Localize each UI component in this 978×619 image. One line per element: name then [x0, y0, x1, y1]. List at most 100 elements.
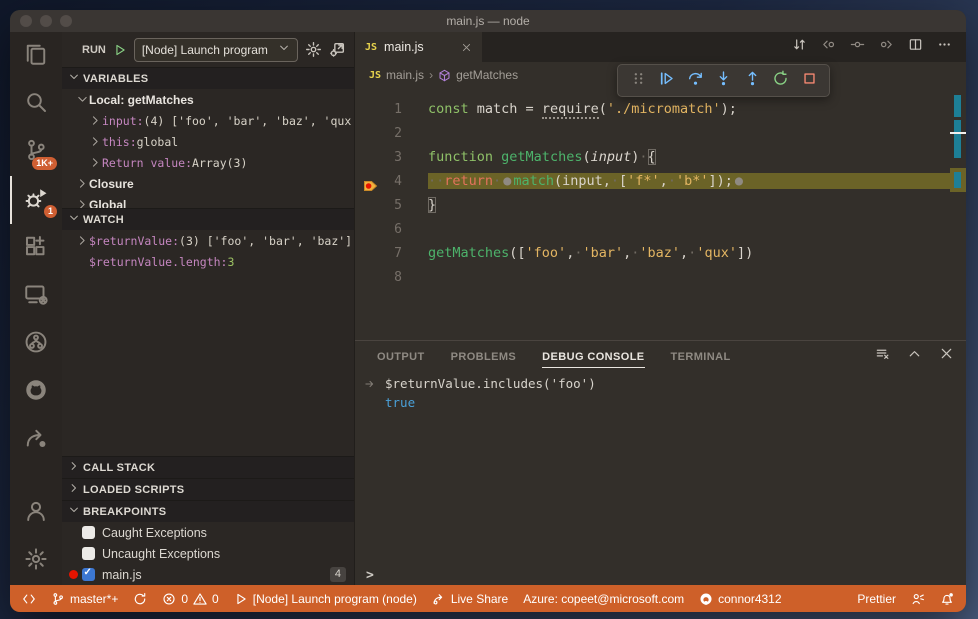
code-line-3[interactable]: 3 function getMatches(input)·{ — [355, 145, 966, 169]
drag-grip-button[interactable] — [630, 70, 647, 92]
activity-item-source-control[interactable]: 1K+ — [10, 128, 62, 176]
breadcrumb-symbol[interactable]: getMatches — [456, 68, 518, 82]
breakpoint-row[interactable]: main.js 4 — [62, 564, 354, 585]
breadcrumb-file[interactable]: main.js — [386, 68, 424, 82]
status-item-sync-changes[interactable] — [133, 592, 147, 606]
code-line-7[interactable]: 7 getMatches(['foo',·'bar',·'baz',·'qux']… — [355, 241, 966, 265]
status-item-debug-launch[interactable]: [Node] Launch program (node) — [234, 592, 417, 606]
activity-item-explorer[interactable] — [10, 32, 62, 80]
reverse-continue-button[interactable] — [850, 37, 865, 57]
code-editor[interactable]: 1 const match = require('./micromatch'); 2… — [355, 88, 966, 340]
breakpoint-checkbox[interactable] — [82, 526, 95, 539]
loaded-scripts-header-label: LOADED SCRIPTS — [83, 483, 185, 496]
start-debug-icon[interactable] — [113, 43, 127, 57]
tree-row[interactable]: input: (4) ['foo', 'bar', 'baz', 'qux'] — [62, 110, 354, 131]
breakpoint-checkbox[interactable] — [82, 567, 95, 581]
debug-console-output[interactable]: $returnValue.includes('foo') true — [355, 371, 966, 565]
stop-button[interactable] — [801, 70, 818, 92]
minimize-window-button[interactable] — [40, 15, 52, 27]
code-line-6[interactable]: 6 — [355, 217, 966, 241]
panel-tab-debug-console[interactable]: DEBUG CONSOLE — [542, 345, 645, 368]
status-item-notifications[interactable] — [940, 592, 954, 606]
maximize-panel-button[interactable] — [907, 346, 922, 366]
loaded-scripts-section-header[interactable]: LOADED SCRIPTS — [62, 478, 354, 500]
gutter[interactable]: 5 — [355, 198, 428, 213]
activity-item-github[interactable] — [10, 368, 62, 416]
breakpoints-section-header[interactable]: BREAKPOINTS — [62, 500, 354, 522]
step-into-button[interactable] — [715, 70, 732, 92]
step-out-button[interactable] — [744, 70, 761, 92]
activity-item-azure-pipelines[interactable] — [10, 320, 62, 368]
code-line-8[interactable]: 8 — [355, 265, 966, 289]
tree-row[interactable]: $returnValue.length: 3 — [62, 251, 354, 272]
line-number: 1 — [394, 101, 402, 117]
tab-main-js[interactable]: JS main.js — [355, 32, 482, 62]
status-item-git-branch[interactable]: master*+ — [51, 592, 118, 606]
launch-config-dropdown[interactable]: [Node] Launch program — [133, 37, 298, 62]
step-forward-button[interactable] — [879, 37, 894, 57]
configure-gear-icon[interactable] — [305, 41, 322, 58]
tree-row[interactable]: Return value: Array(3) — [62, 152, 354, 173]
tree-row[interactable]: Global — [62, 194, 354, 208]
breakpoint-row[interactable]: Caught Exceptions — [62, 522, 354, 543]
step-over-button[interactable] — [687, 70, 704, 92]
split-editor-button[interactable] — [908, 37, 923, 57]
code-line-1[interactable]: 1 const match = require('./micromatch'); — [355, 97, 966, 121]
panel-tab-output[interactable]: OUTPUT — [377, 345, 425, 368]
tab-label: main.js — [384, 40, 424, 54]
variables-section-header[interactable]: VARIABLES — [62, 67, 354, 89]
breakpoint-dot-icon — [69, 570, 78, 579]
activity-item-settings[interactable] — [10, 537, 62, 585]
console-input-echo: $returnValue.includes('foo') — [355, 374, 966, 393]
status-item-problems[interactable]: 00 — [162, 592, 219, 606]
activity-item-remote-explorer[interactable] — [10, 272, 62, 320]
status-item-remote-indicator[interactable] — [22, 592, 36, 606]
panel-tab-problems[interactable]: PROBLEMS — [451, 345, 517, 368]
activity-item-run-and-debug[interactable]: 1 — [10, 176, 62, 224]
gutter[interactable]: 3 — [355, 150, 428, 165]
code-line-5[interactable]: 5} — [355, 193, 966, 217]
watch-section-header[interactable]: WATCH — [62, 208, 354, 230]
title-bar[interactable]: main.js — node — [10, 10, 966, 32]
status-item-github-account[interactable]: connor4312 — [699, 592, 782, 606]
tree-row[interactable]: Local: getMatches — [62, 89, 354, 110]
restart-button[interactable] — [772, 70, 789, 92]
activity-item-accounts[interactable] — [10, 489, 62, 537]
gutter[interactable]: 7 — [355, 246, 428, 261]
gutter[interactable]: 6 — [355, 222, 428, 237]
breakpoint-row[interactable]: Uncaught Exceptions — [62, 543, 354, 564]
overview-ruler[interactable] — [950, 88, 966, 340]
chevron-down-icon — [76, 93, 89, 106]
panel-tab-terminal[interactable]: TERMINAL — [671, 345, 731, 368]
step-back-button[interactable] — [821, 37, 836, 57]
gutter[interactable]: 2 — [355, 126, 428, 141]
activity-item-live-share[interactable] — [10, 416, 62, 464]
tab-close-icon[interactable] — [461, 42, 472, 53]
breakpoint-checkbox[interactable] — [82, 547, 95, 560]
gutter[interactable]: 1 — [355, 102, 428, 117]
activity-item-extensions[interactable] — [10, 224, 62, 272]
code-line-2[interactable]: 2 — [355, 121, 966, 145]
status-item-live-share[interactable]: Live Share — [432, 592, 508, 606]
open-debug-console-icon[interactable] — [329, 41, 346, 58]
close-panel-button[interactable] — [939, 346, 954, 366]
open-changes-button[interactable] — [792, 37, 807, 57]
continue-button[interactable] — [658, 70, 675, 92]
clear-console-button[interactable] — [875, 346, 890, 366]
zoom-window-button[interactable] — [60, 15, 72, 27]
close-window-button[interactable] — [20, 15, 32, 27]
activity-item-search[interactable] — [10, 80, 62, 128]
status-item-feedback[interactable] — [911, 592, 925, 606]
call-stack-section-header[interactable]: CALL STACK — [62, 456, 354, 478]
status-item-azure-account[interactable]: Azure: copeet@microsoft.com — [523, 592, 684, 606]
code-line-4[interactable]: 4 ··return· ● match(input,·['f*',·'b*']); ● — [355, 169, 966, 193]
tree-row[interactable]: this: global — [62, 131, 354, 152]
gutter[interactable]: 4 — [355, 174, 428, 191]
more-actions-button[interactable] — [937, 37, 952, 57]
tree-row[interactable]: Closure — [62, 173, 354, 194]
debug-console-input[interactable]: > — [355, 565, 966, 585]
tree-row[interactable]: $returnValue: (3) ['foo', 'bar', 'baz'] — [62, 230, 354, 251]
gutter[interactable]: 8 — [355, 270, 428, 285]
status-item-prettier[interactable]: Prettier — [857, 592, 896, 606]
editor-title-actions — [792, 32, 966, 62]
